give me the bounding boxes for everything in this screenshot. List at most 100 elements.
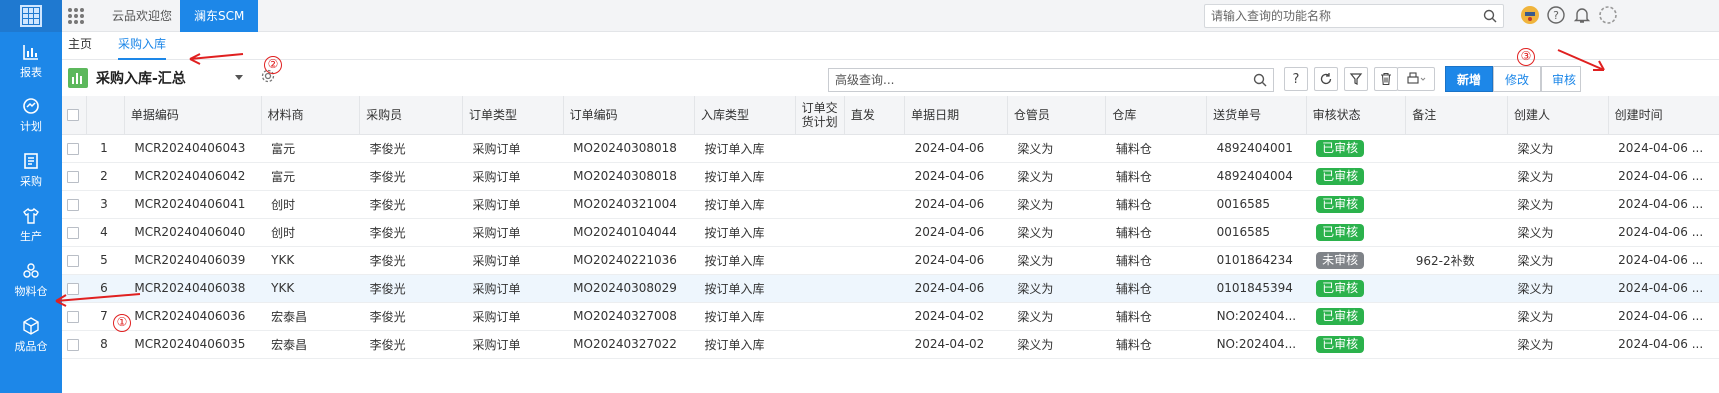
cell-order-code: MO20240221036: [563, 246, 695, 275]
cell-date: 2024-04-06: [904, 134, 1008, 163]
column-header[interactable]: 送货单号: [1206, 96, 1307, 135]
row-checkbox[interactable]: [67, 142, 79, 155]
cell-warehouse: 辅料仓: [1105, 302, 1207, 331]
cell-order-type: 采购订单: [462, 274, 564, 303]
chevron-down-icon[interactable]: [235, 75, 243, 80]
printer-icon: [1407, 72, 1426, 84]
cell-status: 已审核: [1306, 274, 1406, 303]
table-row[interactable]: 7 MCR20240406036 宏泰昌 李俊光 采购订单 MO20240327008 按订…: [62, 302, 1719, 331]
select-all-header[interactable]: [62, 96, 87, 135]
table-row[interactable]: 3 MCR20240406041 创时 李俊光 采购订单 MO20240321004 按订单…: [62, 190, 1719, 219]
row-number: 6: [86, 274, 125, 303]
column-header[interactable]: 订单类型: [462, 96, 564, 135]
help-button[interactable]: ?: [1284, 67, 1308, 91]
cell-delivery: 4892404001: [1206, 134, 1307, 163]
row-select-cell[interactable]: [62, 162, 87, 191]
cell-order-type: 采购订单: [462, 330, 564, 359]
table-row[interactable]: 1 MCR20240406043 富元 李俊光 采购订单 MO20240308018 按订单…: [62, 134, 1719, 163]
sidebar-item-label: 计划: [20, 120, 42, 133]
filter-button[interactable]: [1344, 67, 1368, 91]
row-select-cell[interactable]: [62, 246, 87, 275]
app-logo[interactable]: [0, 0, 62, 32]
advanced-search-input[interactable]: [829, 69, 1239, 91]
column-header[interactable]: 单据日期: [904, 96, 1008, 135]
select-all-checkbox[interactable]: [67, 109, 79, 122]
cell-in-type: 按订单入库: [694, 302, 796, 331]
column-header[interactable]: 备注: [1405, 96, 1508, 135]
cell-order-type: 采购订单: [462, 246, 564, 275]
cell-delivery: 0101864234: [1206, 246, 1307, 275]
row-checkbox[interactable]: [67, 282, 79, 295]
column-header[interactable]: 订单编码: [563, 96, 695, 135]
cell-order-type: 采购订单: [462, 162, 564, 191]
sidebar-item-production[interactable]: 生产: [0, 198, 62, 258]
table-row[interactable]: 5 MCR20240406039 YKK 李俊光 采购订单 MO20240221036 按订…: [62, 246, 1719, 275]
bell-icon[interactable]: [1572, 5, 1592, 25]
sidebar-item-plan[interactable]: 计划: [0, 88, 62, 148]
cell-buyer: 李俊光: [359, 190, 463, 219]
help-label: ?: [1292, 71, 1300, 87]
column-header[interactable]: 创建人: [1507, 96, 1609, 135]
row-checkbox[interactable]: [67, 338, 79, 351]
cell-created: 2024-04-06 ...: [1608, 302, 1719, 331]
column-header[interactable]: 审核状态: [1306, 96, 1407, 135]
new-button[interactable]: 新增: [1445, 66, 1493, 92]
delete-button[interactable]: [1374, 67, 1398, 91]
sidebar-item-purchase[interactable]: 采购: [0, 143, 62, 203]
purchase-icon: [24, 153, 38, 169]
audit-button[interactable]: 审核: [1541, 66, 1581, 92]
column-header[interactable]: 仓库: [1105, 96, 1208, 135]
table-row[interactable]: 4 MCR20240406040 创时 李俊光 采购订单 MO20240104044 按订单…: [62, 218, 1719, 247]
sidebar-item-materials[interactable]: 物料仓: [0, 253, 62, 313]
help-icon[interactable]: ?: [1546, 5, 1566, 25]
row-select-cell[interactable]: [62, 274, 87, 303]
table-row[interactable]: 6 MCR20240406038 YKK 李俊光 采购订单 MO20240308029 按订…: [62, 274, 1719, 303]
tab-purchase-inbound[interactable]: 采购入库: [118, 32, 167, 60]
row-select-cell[interactable]: [62, 302, 87, 331]
row-checkbox[interactable]: [67, 254, 79, 267]
search-icon[interactable]: [1483, 9, 1497, 23]
cell-code: MCR20240406035: [124, 330, 262, 359]
row-checkbox[interactable]: [67, 310, 79, 323]
status-badge: 未审核: [1316, 251, 1365, 269]
cell-supplier: YKK: [261, 246, 360, 275]
user-loading-icon[interactable]: [1598, 5, 1618, 25]
row-checkbox[interactable]: [67, 198, 79, 211]
refresh-button[interactable]: [1314, 67, 1338, 91]
tab-home[interactable]: 主页: [68, 32, 92, 60]
column-header[interactable]: 材料商: [261, 96, 361, 135]
app-tab-scm[interactable]: 澜东SCM: [180, 0, 259, 32]
cell-status: 已审核: [1306, 302, 1406, 331]
apps-grid-icon[interactable]: [68, 8, 84, 24]
row-number: 3: [86, 190, 125, 219]
cell-date: 2024-04-06: [904, 190, 1008, 219]
column-header[interactable]: 入库类型: [694, 96, 796, 135]
sidebar-item-label: 物料仓: [14, 285, 48, 298]
column-header[interactable]: 采购员: [359, 96, 463, 135]
column-header[interactable]: 创建时间: [1608, 96, 1719, 135]
row-select-cell[interactable]: [62, 330, 87, 359]
row-select-cell[interactable]: [62, 218, 87, 247]
cell-created: 2024-04-06 ...: [1608, 330, 1719, 359]
refresh-icon: [1320, 73, 1332, 85]
avatar-icon[interactable]: [1520, 5, 1540, 25]
row-select-cell[interactable]: [62, 134, 87, 163]
edit-button[interactable]: 修改: [1493, 66, 1541, 92]
column-header[interactable]: 订单交货计划: [795, 96, 845, 135]
table-row[interactable]: 2 MCR20240406042 富元 李俊光 采购订单 MO20240308018 按订单…: [62, 162, 1719, 191]
column-header[interactable]: 单据编码: [124, 96, 262, 135]
sidebar-item-reports[interactable]: 报表: [0, 34, 62, 94]
search-icon[interactable]: [1253, 73, 1267, 87]
cell-remark: [1405, 274, 1508, 303]
column-header[interactable]: 仓管员: [1007, 96, 1107, 135]
row-checkbox[interactable]: [67, 226, 79, 239]
print-button[interactable]: [1397, 67, 1435, 91]
function-search-input[interactable]: [1205, 5, 1475, 27]
app-tab-welcome[interactable]: 云品欢迎您: [98, 0, 186, 32]
cell-delivery: 0016585: [1206, 190, 1307, 219]
table-row[interactable]: 8 MCR20240406035 宏泰昌 李俊光 采购订单 MO20240327022 按订…: [62, 330, 1719, 359]
column-header[interactable]: 直发: [844, 96, 906, 135]
sidebar-item-finished[interactable]: 成品仓: [0, 308, 62, 368]
row-select-cell[interactable]: [62, 190, 87, 219]
row-checkbox[interactable]: [67, 170, 79, 183]
